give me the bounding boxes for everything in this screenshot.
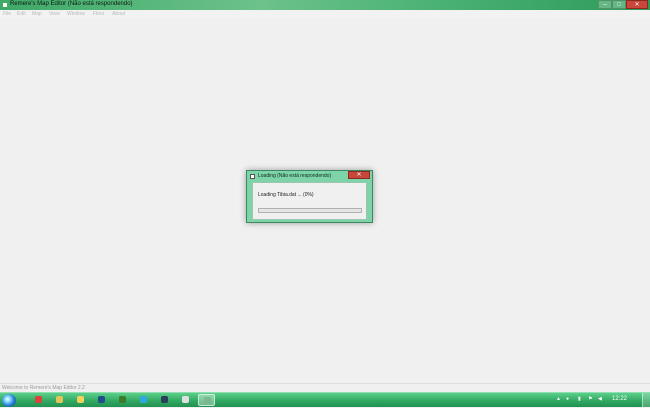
chrome-icon <box>35 396 42 403</box>
loading-dialog: Loading (Não está respondendo) ✕ Loading… <box>246 170 373 223</box>
flag-icon[interactable]: ⚑ <box>588 396 592 402</box>
show-desktop-button[interactable] <box>642 393 650 408</box>
skype-icon <box>140 396 147 403</box>
taskbar-button-map-editor-icon[interactable] <box>198 394 215 406</box>
tibia-icon <box>119 396 126 403</box>
windows-start-orb-icon[interactable] <box>2 394 16 407</box>
menu-edit[interactable]: Edit <box>17 11 26 17</box>
dialog-title: Loading (Não está respondendo) <box>258 173 332 179</box>
close-button[interactable]: ✕ <box>626 0 648 9</box>
menu-map[interactable]: Map <box>32 11 42 17</box>
menu-view[interactable]: View <box>49 11 60 17</box>
maximize-button[interactable]: □ <box>612 0 626 9</box>
dialog-icon <box>250 174 255 179</box>
menu-about[interactable]: About <box>112 11 125 17</box>
menu-floor[interactable]: Floor <box>93 11 104 17</box>
loading-message: Loading Tibia.dat ... (0%) <box>258 192 314 198</box>
minimize-button[interactable]: – <box>598 0 612 9</box>
photoshop-icon <box>98 396 105 403</box>
taskbar-button-folder-icon[interactable] <box>51 394 68 406</box>
volume-icon[interactable]: ◀ <box>598 396 602 402</box>
folder-icon <box>56 396 63 403</box>
map-editor-icon <box>204 397 211 404</box>
dialog-body: Loading Tibia.dat ... (0%) <box>252 182 367 220</box>
taskbar-button-app-icon[interactable] <box>177 394 194 406</box>
taskbar-button-skype-icon[interactable] <box>135 394 152 406</box>
dialog-close-button[interactable]: ✕ <box>348 171 370 179</box>
steam-icon <box>161 396 168 403</box>
clock[interactable]: 12:22 <box>612 396 627 402</box>
taskbar-button-tibia-icon[interactable] <box>114 394 131 406</box>
taskbar-button-photoshop-icon[interactable] <box>93 394 110 406</box>
menu-file[interactable]: File <box>3 11 11 17</box>
network-icon[interactable]: ▮ <box>578 396 581 402</box>
status-text: Welcome to Remere's Map Editor 2.2 <box>2 385 85 391</box>
progress-bar <box>258 208 362 213</box>
taskbar-button-steam-icon[interactable] <box>156 394 173 406</box>
menu-window[interactable]: Window <box>67 11 85 17</box>
folder-icon <box>77 396 84 403</box>
tray-arrow-icon[interactable]: ▲ <box>556 396 561 402</box>
title-bar: Remere's Map Editor (Não está respondend… <box>0 0 650 10</box>
taskbar-button-chrome-icon[interactable] <box>30 394 47 406</box>
app-icon <box>2 2 8 8</box>
taskbar: ▲ ● ▮ ⚑ ◀ 12:22 <box>0 392 650 408</box>
tray-app-icon[interactable]: ● <box>566 396 569 402</box>
window-title: Remere's Map Editor (Não está respondend… <box>10 1 133 7</box>
app-icon <box>182 396 189 403</box>
taskbar-button-folder-icon[interactable] <box>72 394 89 406</box>
menu-bar: File Edit Map View Window Floor About <box>0 10 650 18</box>
